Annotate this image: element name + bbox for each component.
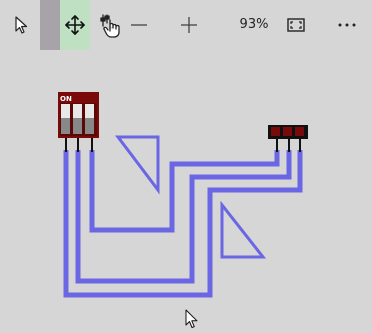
- dip-switch-on-label: ON: [60, 95, 72, 103]
- header-connector[interactable]: [268, 125, 308, 152]
- more-options-button[interactable]: [333, 0, 361, 50]
- dip-switch[interactable]: ON: [58, 92, 99, 152]
- wire-outer[interactable]: [63, 150, 303, 298]
- move-tool-button[interactable]: [60, 0, 90, 50]
- minus-icon: [130, 16, 148, 34]
- arrow-pointer-icon: [15, 16, 29, 34]
- zoom-out-button[interactable]: [127, 0, 151, 50]
- diode-triangle-bottom[interactable]: [220, 200, 267, 259]
- zoom-in-button[interactable]: [177, 0, 201, 50]
- wire-set[interactable]: [63, 150, 303, 298]
- mouse-cursor-icon: [185, 309, 199, 333]
- wire-middle[interactable]: [75, 150, 292, 284]
- diode-triangle-top[interactable]: [114, 135, 160, 195]
- plus-icon: [180, 16, 198, 34]
- hand-switch-icon: [99, 12, 123, 38]
- fit-to-screen-button[interactable]: [283, 0, 309, 50]
- toolbar: 93%: [0, 0, 372, 50]
- zoom-level-label: 93%: [239, 17, 269, 32]
- fit-screen-icon: [287, 18, 305, 32]
- select-tool-button[interactable]: [8, 0, 36, 50]
- move-arrows-icon: [64, 14, 86, 36]
- toolbar-divider-marker: [40, 0, 60, 50]
- circuit-canvas[interactable]: ON: [0, 50, 372, 328]
- ellipsis-icon: [338, 23, 356, 27]
- interact-tool-button[interactable]: [97, 0, 125, 50]
